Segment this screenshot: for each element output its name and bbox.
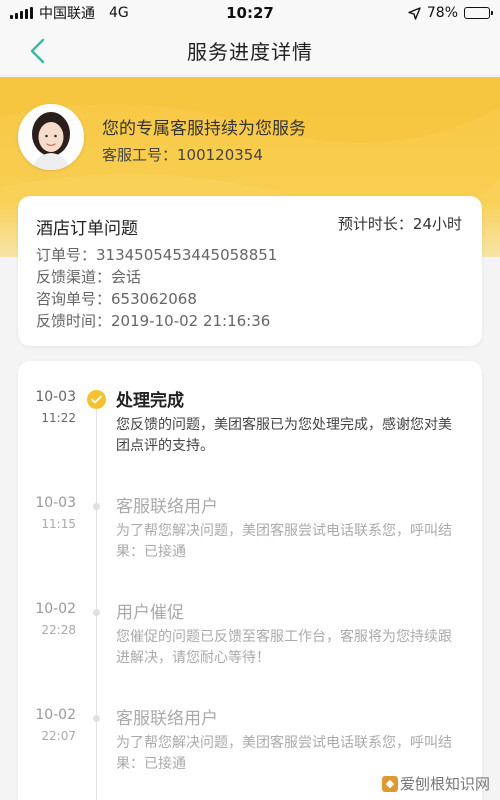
feedback-time-row: 反馈时间：2019-10-02 21:16:36	[36, 312, 271, 330]
page-title: 服务进度详情	[187, 40, 313, 64]
back-button[interactable]	[22, 36, 52, 66]
timeline-dot	[93, 715, 100, 722]
timeline-time: 22:07	[41, 729, 76, 743]
order-number-row: 订单号：3134505453445058851	[36, 246, 278, 264]
timeline-line	[96, 397, 97, 800]
watermark: ◆ 爱刨根知识网	[381, 773, 490, 794]
timeline-date: 10-03	[35, 495, 76, 511]
nav-bar: 服务进度详情	[0, 26, 500, 76]
order-eta: 预计时长：24小时	[337, 215, 462, 233]
status-right: 78%	[408, 5, 493, 21]
order-title: 酒店订单问题	[36, 219, 138, 239]
timeline-dot	[93, 503, 100, 510]
agent-id: 客服工号：100120354	[102, 146, 263, 164]
battery-icon	[464, 7, 493, 19]
carrier-label: 中国联通	[39, 6, 95, 22]
status-left: 中国联通 4G	[10, 3, 129, 23]
agent-avatar	[18, 104, 84, 170]
timeline-card: 10-03 11:22 处理完成 您反馈的问题，美团客服已为您处理完成，感谢您对…	[18, 361, 482, 800]
signal-icon	[10, 7, 33, 19]
timeline-time: 11:15	[41, 517, 76, 531]
timeline-date: 10-03	[35, 389, 76, 405]
timeline-dot	[93, 609, 100, 616]
check-icon	[87, 390, 106, 409]
watermark-text: 爱刨根知识网	[399, 775, 490, 793]
timeline-title: 用户催促	[116, 603, 184, 623]
order-card: 酒店订单问题 预计时长：24小时 订单号：3134505453445058851…	[18, 196, 482, 346]
timeline-title: 处理完成	[116, 391, 184, 411]
timeline-time: 11:22	[41, 411, 76, 425]
feedback-channel-row: 反馈渠道：会话	[36, 268, 142, 286]
timeline-desc: 您催促的问题已反馈至客服工作台，客服将为您持续跟进解决，请您耐心等待！	[116, 629, 452, 666]
agent-message: 您的专属客服持续为您服务	[102, 119, 306, 139]
inquiry-number-row: 咨询单号：653062068	[36, 290, 197, 308]
timeline-title: 客服联络用户	[116, 497, 218, 517]
location-arrow-icon	[408, 6, 421, 20]
watermark-logo-icon: ◆	[381, 775, 398, 792]
timeline-date: 10-02	[35, 601, 76, 617]
timeline-title: 客服联络用户	[116, 709, 218, 729]
status-bar: 中国联通 4G 10:27 78%	[0, 0, 500, 26]
timeline-desc: 您反馈的问题，美团客服已为您处理完成，感谢您对美团点评的支持。	[116, 417, 452, 454]
battery-percent: 78%	[426, 5, 458, 21]
timeline-desc: 为了帮您解决问题，美团客服尝试电话联系您，呼叫结果：已接通	[116, 523, 452, 560]
chevron-left-icon	[30, 38, 45, 64]
timeline-time: 22:28	[41, 623, 76, 637]
network-label: 4G	[109, 5, 129, 21]
timeline-desc: 为了帮您解决问题，美团客服尝试电话联系您，呼叫结果：已接通	[116, 735, 452, 772]
timeline-date: 10-02	[35, 707, 76, 723]
